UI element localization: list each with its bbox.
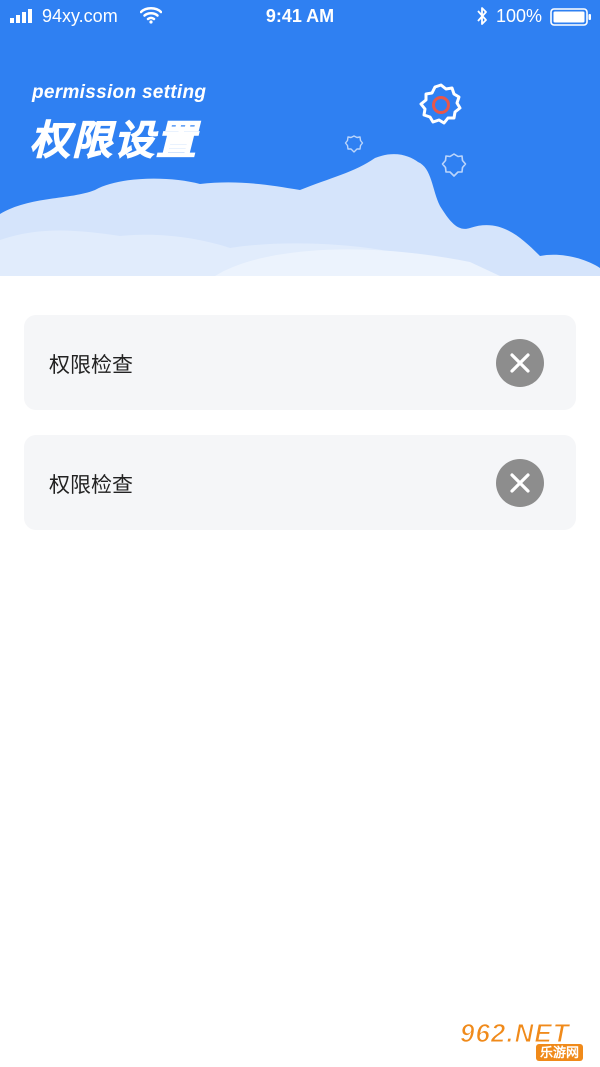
remove-button[interactable] bbox=[496, 459, 544, 507]
list-item[interactable]: 权限检查 bbox=[24, 315, 576, 410]
small-gear-icon bbox=[344, 135, 364, 153]
small-gear-icon bbox=[441, 153, 467, 177]
battery-percentage: 100% bbox=[496, 6, 543, 26]
page-subtitle: permission setting bbox=[32, 82, 207, 103]
site-watermark: 962.NET 乐游网 bbox=[460, 1018, 596, 1062]
list-item-label: 权限检查 bbox=[49, 354, 133, 377]
list-item-label: 权限检查 bbox=[49, 474, 133, 497]
watermark-label: 乐游网 bbox=[536, 1044, 584, 1061]
status-bar: 94xy.com 9:41 AM 100% bbox=[0, 0, 600, 34]
bluetooth-icon bbox=[477, 7, 487, 25]
permission-list: 权限检查 权限检查 bbox=[24, 315, 576, 555]
close-icon bbox=[510, 473, 530, 493]
gear-icon bbox=[419, 83, 462, 125]
remove-button[interactable] bbox=[496, 339, 544, 387]
list-item[interactable]: 权限检查 bbox=[24, 435, 576, 530]
close-icon bbox=[510, 353, 530, 373]
battery-icon bbox=[550, 8, 591, 26]
page-title: 权限设置 bbox=[30, 119, 198, 164]
header-banner: 94xy.com 9:41 AM 100% permission setting… bbox=[0, 0, 600, 276]
